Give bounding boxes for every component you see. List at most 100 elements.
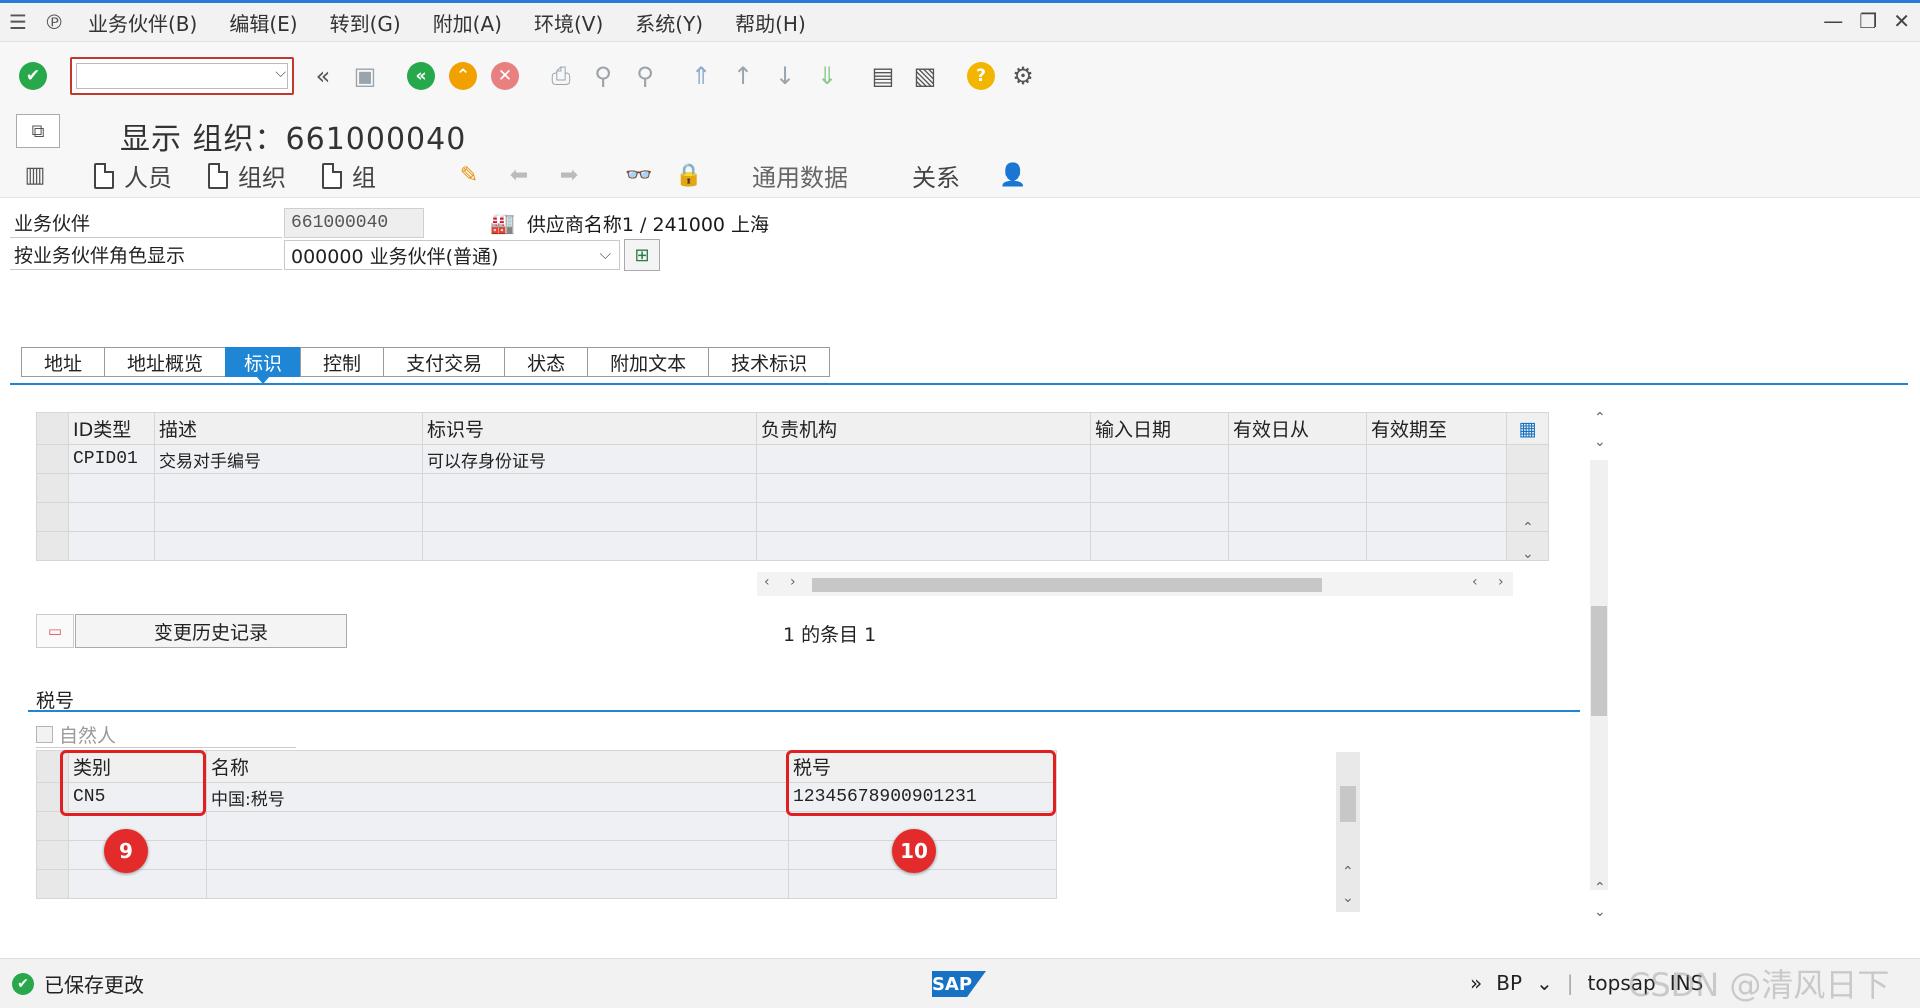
bp-number-field[interactable]: 661000040 (284, 208, 424, 238)
find-icon[interactable]: ⚲ (585, 58, 621, 94)
table-row[interactable] (36, 473, 1549, 503)
tab-identification[interactable]: 标识 (225, 347, 301, 384)
main-scroll-down-icon[interactable]: ⌄ (1594, 434, 1606, 450)
status-message[interactable]: ✔ 已保存更改 (12, 969, 144, 998)
scroll-left-icon[interactable]: ‹ (1472, 574, 1478, 590)
first-page-icon[interactable]: ⇑ (683, 58, 719, 94)
col-valid-from[interactable]: 有效日从 (1228, 412, 1367, 445)
parameter-icon[interactable]: ℗ (36, 4, 72, 40)
display-toggle-icon[interactable]: 👓 (622, 159, 656, 193)
gear-icon[interactable]: ⚙ (1005, 58, 1041, 94)
menu-help[interactable]: 帮助(H) (719, 8, 822, 37)
close-window-icon[interactable]: ✕ (1893, 9, 1910, 33)
menu-extras[interactable]: 附加(A) (417, 8, 518, 37)
general-data-button[interactable]: 通用数据 (752, 158, 848, 193)
lock-icon[interactable]: 🔒 (672, 159, 706, 193)
col-responsible-org[interactable]: 负责机构 (756, 412, 1091, 445)
select-all-cell[interactable] (36, 412, 69, 445)
create-person-button[interactable]: 人员 (94, 158, 172, 193)
main-scroll-down-icon[interactable]: ⌄ (1594, 904, 1606, 920)
cell-id-number[interactable]: 可以存身份证号 (422, 444, 757, 474)
tab-control[interactable]: 控制 (300, 347, 384, 377)
tax-vertical-scrollbar[interactable] (1336, 752, 1360, 912)
relations-button[interactable]: 关系 (912, 158, 960, 193)
find-next-icon[interactable]: ⚲ (627, 58, 663, 94)
scroll-left-icon[interactable]: ‹ (764, 574, 770, 590)
cell-responsible-org[interactable] (756, 444, 1091, 474)
cell-description[interactable]: 交易对手编号 (154, 444, 423, 474)
main-scroll-up-icon[interactable]: ⌃ (1594, 410, 1606, 426)
tax-scroll-thumb[interactable] (1340, 786, 1356, 822)
scroll-down-icon[interactable]: ⌄ (1342, 890, 1354, 906)
scroll-right-icon[interactable]: › (1498, 574, 1504, 590)
save-icon[interactable]: ▣ (347, 58, 383, 94)
main-scroll-up-icon[interactable]: ⌃ (1594, 880, 1606, 896)
command-input[interactable] (77, 64, 287, 88)
chevron-down-icon[interactable]: ⌵ (275, 65, 286, 81)
scroll-right-icon[interactable]: › (790, 574, 796, 590)
col-id-number[interactable]: 标识号 (422, 412, 757, 445)
double-chevron-left-icon[interactable]: « (305, 58, 341, 94)
main-scroll-thumb[interactable] (1591, 606, 1607, 716)
table-row[interactable]: CPID01 交易对手编号 可以存身份证号 (36, 444, 1549, 474)
cell-valid-from[interactable] (1228, 444, 1367, 474)
create-group-button[interactable]: 组 (322, 158, 376, 193)
col-valid-to[interactable]: 有效期至 (1366, 412, 1507, 445)
print-icon[interactable]: ⎙ (543, 58, 579, 94)
minimize-icon[interactable]: — (1823, 9, 1843, 33)
chevron-down-icon[interactable]: ⌄ (1536, 971, 1553, 995)
chevron-down-icon[interactable]: ⌵ (600, 245, 611, 263)
change-history-button[interactable]: 变更历史记录 (75, 614, 347, 648)
role-overview-button[interactable]: ⊞ (624, 239, 660, 271)
next-page-icon[interactable]: ↓ (767, 58, 803, 94)
scroll-down-icon[interactable]: ⌄ (1522, 546, 1534, 562)
double-chevron-right-icon[interactable]: » (1470, 971, 1482, 995)
delete-row-button[interactable]: ▭ (36, 614, 74, 648)
menu-environment[interactable]: 环境(V) (518, 8, 619, 37)
col-entry-date[interactable]: 输入日期 (1090, 412, 1229, 445)
exit-button[interactable]: ⌃ (445, 58, 481, 94)
restore-icon[interactable]: ❐ (1859, 9, 1877, 33)
new-session-icon[interactable]: ▤ (865, 58, 901, 94)
menu-edit[interactable]: 编辑(E) (213, 8, 313, 37)
tab-status[interactable]: 状态 (504, 347, 588, 377)
tab-additional-text[interactable]: 附加文本 (587, 347, 709, 377)
role-select[interactable]: 000000 业务伙伴(普通) ⌵ (284, 240, 620, 270)
user-relationship-icon[interactable]: 👤 (996, 159, 1030, 193)
menu-business-partner[interactable]: 业务伙伴(B) (72, 8, 213, 37)
tab-payment[interactable]: 支付交易 (383, 347, 505, 377)
scroll-up-icon[interactable]: ⌃ (1522, 520, 1534, 536)
menu-goto[interactable]: 转到(G) (314, 8, 417, 37)
cell-id-type[interactable]: CPID01 (68, 444, 155, 474)
table-row[interactable] (36, 502, 1549, 532)
row-selector[interactable] (36, 444, 69, 474)
menu-list-icon[interactable]: ⧉ (16, 114, 60, 148)
column-settings-icon[interactable]: ▦ (1506, 412, 1549, 445)
menu-toggle-icon[interactable]: ☰ (0, 4, 36, 40)
menu-system[interactable]: 系统(Y) (619, 8, 719, 37)
tab-address-overview[interactable]: 地址概览 (104, 347, 226, 377)
cell-entry-date[interactable] (1090, 444, 1229, 474)
enter-button[interactable]: ✔ (15, 58, 51, 94)
arrow-right-icon[interactable]: ➡ (552, 159, 586, 193)
table-row[interactable] (36, 869, 1057, 899)
arrow-left-icon[interactable]: ⬅ (502, 159, 536, 193)
shortcut-icon[interactable]: ▧ (907, 58, 943, 94)
horizontal-scroll-thumb[interactable] (812, 578, 1322, 592)
cell-tax-name[interactable]: 中国:税号 (206, 782, 789, 812)
table-row[interactable] (36, 531, 1549, 561)
last-page-icon[interactable]: ⇓ (809, 58, 845, 94)
col-tax-name[interactable]: 名称 (206, 750, 789, 783)
cancel-button[interactable]: ✕ (487, 58, 523, 94)
locator-toggle-icon[interactable]: ▥ (18, 159, 52, 193)
col-description[interactable]: 描述 (154, 412, 423, 445)
col-id-type[interactable]: ID类型 (68, 412, 155, 445)
scroll-up-icon[interactable]: ⌃ (1342, 864, 1354, 880)
cell-valid-to[interactable] (1366, 444, 1507, 474)
switch-edit-mode-icon[interactable]: ✎ (452, 159, 486, 193)
previous-page-icon[interactable]: ↑ (725, 58, 761, 94)
tab-technical-id[interactable]: 技术标识 (708, 347, 831, 377)
back-button[interactable]: « (403, 58, 439, 94)
help-button[interactable]: ? (963, 58, 999, 94)
natural-person-checkbox[interactable] (36, 726, 53, 743)
